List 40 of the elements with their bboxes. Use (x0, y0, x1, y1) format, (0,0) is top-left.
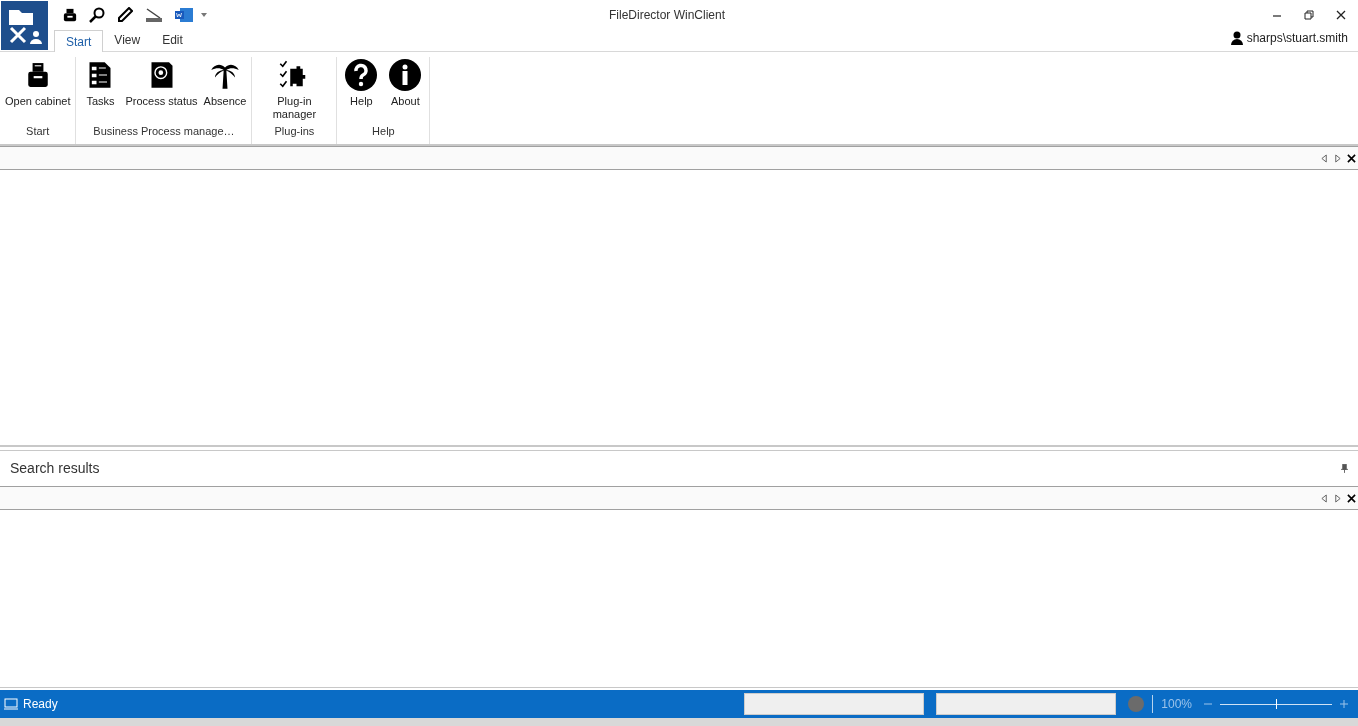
restore-icon[interactable] (1304, 9, 1314, 20)
ribbon-group-label: Business Process manage… (93, 124, 235, 139)
ribbon-group-label: Plug-ins (274, 124, 315, 139)
left-arrow-icon[interactable] (1321, 493, 1328, 503)
left-arrow-icon[interactable] (1321, 153, 1328, 163)
printer-icon[interactable] (63, 6, 77, 23)
ribbon-button[interactable]: Tasks (78, 57, 123, 123)
right-arrow-icon[interactable] (1334, 153, 1341, 163)
pencil-icon[interactable] (117, 6, 133, 23)
ribbon-button[interactable]: About (383, 57, 428, 123)
search-icon[interactable] (89, 6, 105, 23)
user-name: sharps\stuart.smith (1246, 30, 1348, 47)
status-text: Ready (23, 696, 58, 713)
help-icon (345, 59, 378, 91)
ribbon-group-label: Help (372, 124, 395, 139)
close-icon[interactable] (1347, 493, 1356, 503)
ribbon-tab[interactable]: Start (54, 30, 104, 52)
zoom-level: 100% (1161, 696, 1192, 713)
ribbon-tab[interactable]: Edit (151, 29, 194, 51)
ribbon-button[interactable]: Plug-in manager (254, 57, 335, 123)
panel-title: Search results (10, 459, 100, 478)
info-icon (389, 59, 422, 91)
app-logo-icon[interactable] (1, 1, 48, 50)
right-arrow-icon[interactable] (1334, 493, 1341, 503)
user-icon (1230, 31, 1243, 45)
ribbon-group-label: Start (26, 124, 50, 139)
ribbon-tab[interactable]: View (103, 29, 152, 51)
close-icon[interactable] (1347, 153, 1356, 163)
zoom-slider[interactable] (1220, 699, 1332, 709)
dropdown-caret-icon[interactable] (201, 12, 207, 17)
close-icon[interactable] (1336, 9, 1346, 20)
computer-icon (4, 698, 18, 710)
ribbon-button[interactable]: Absence (200, 57, 250, 123)
word-document-icon[interactable] (175, 7, 193, 22)
window-title: FileDirector WinClient (609, 6, 726, 24)
ribbon-button[interactable]: Open cabinet (2, 57, 74, 123)
pin-icon[interactable] (1341, 464, 1348, 473)
ribbon-button[interactable]: Help (339, 57, 384, 123)
ribbon-button[interactable]: Process status (122, 57, 201, 123)
scanner-icon[interactable] (145, 6, 163, 23)
